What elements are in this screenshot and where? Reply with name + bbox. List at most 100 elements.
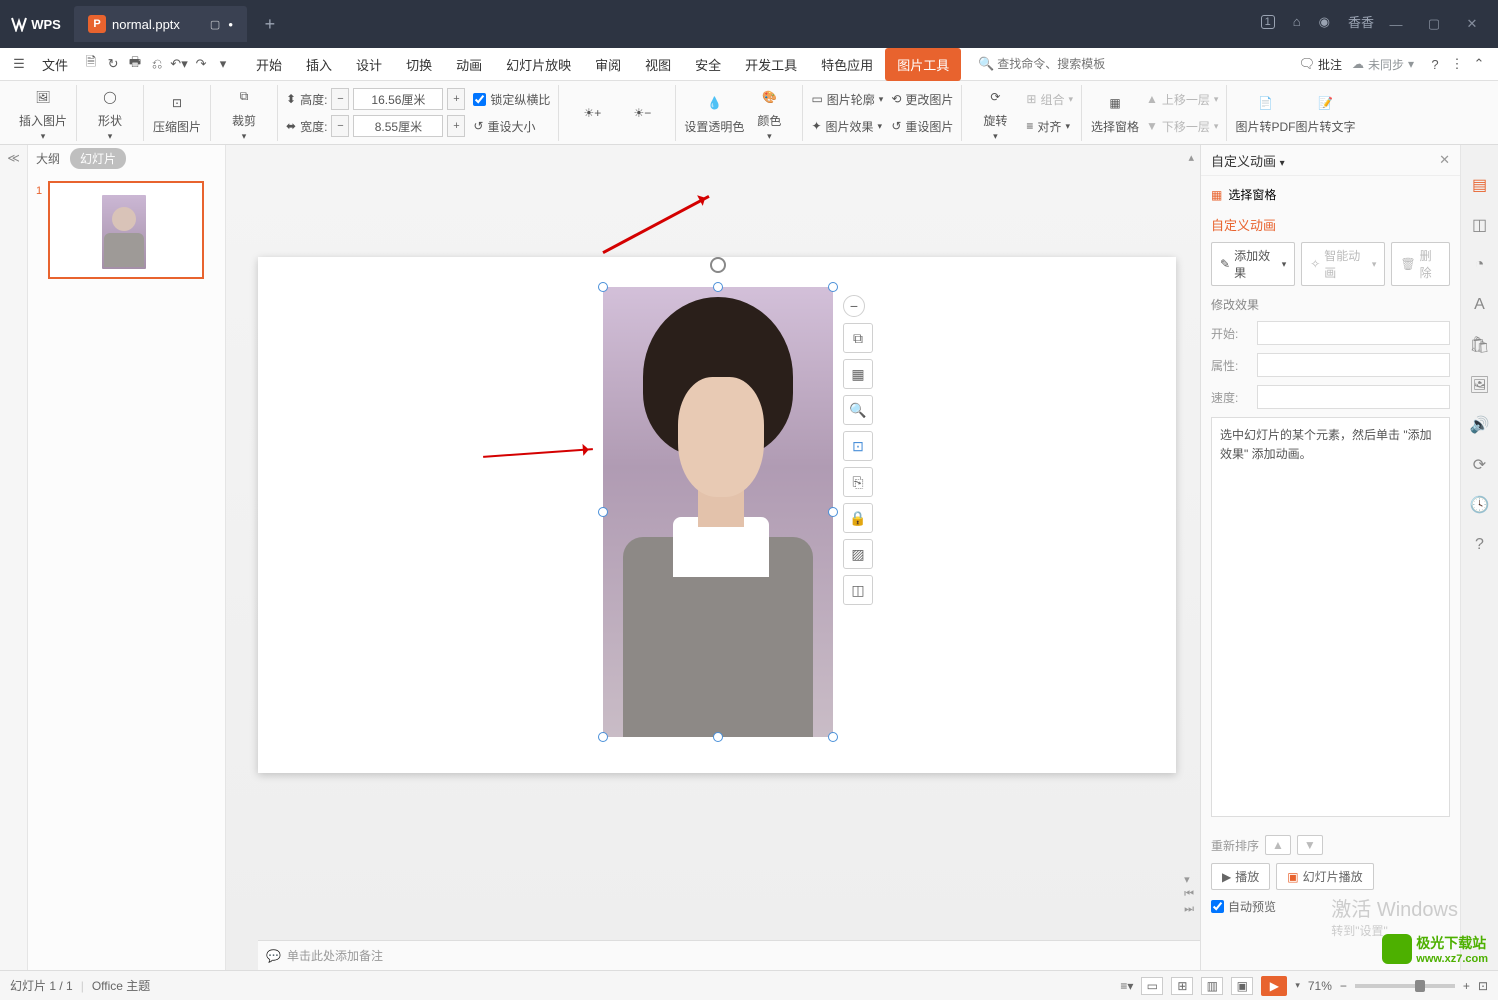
tab-review[interactable]: 审阅: [583, 48, 633, 81]
reset-pic-button[interactable]: ↺重设图片: [891, 114, 953, 138]
height-input[interactable]: 16.56厘米: [353, 88, 443, 110]
insert-picture-button[interactable]: 🖼 插入图片▾: [18, 84, 68, 142]
print-icon[interactable]: ↻: [102, 53, 124, 75]
undo-icon[interactable]: ⎌: [146, 53, 168, 75]
maximize-button[interactable]: ▢: [1422, 16, 1446, 32]
help-icon[interactable]: ?: [1424, 53, 1446, 75]
width-input[interactable]: 8.55厘米: [353, 115, 443, 137]
resize-handle-br[interactable]: [828, 732, 838, 742]
contrast-button[interactable]: ☀−: [617, 100, 667, 126]
next-slide-icon[interactable]: ⏭: [1184, 903, 1194, 916]
add-effect-button[interactable]: ✎添加效果▾: [1211, 242, 1295, 286]
ft-style-button[interactable]: ▦: [843, 359, 873, 389]
ft-lock-button[interactable]: 🔒: [843, 503, 873, 533]
align-button[interactable]: ≡对齐▾: [1026, 114, 1073, 138]
side-design-icon[interactable]: ◫: [1470, 215, 1490, 235]
ft-transparent-button[interactable]: ◫: [843, 575, 873, 605]
color-button[interactable]: 🎨 颜色▾: [744, 84, 794, 142]
collapse-ribbon-icon[interactable]: ⌃: [1468, 53, 1490, 75]
shape-button[interactable]: ◯ 形状▾: [85, 84, 135, 142]
more-icon[interactable]: ⋮: [1446, 53, 1468, 75]
resize-handle-tl[interactable]: [598, 282, 608, 292]
slideshow-button[interactable]: ▣幻灯片播放: [1276, 863, 1373, 890]
resize-handle-t[interactable]: [713, 282, 723, 292]
resize-handle-r[interactable]: [828, 507, 838, 517]
side-font-icon[interactable]: A: [1470, 295, 1490, 315]
zoom-out-button[interactable]: −: [1340, 979, 1347, 993]
slides-tab[interactable]: 幻灯片: [70, 148, 126, 169]
slide-canvas[interactable]: − ⧉ ▦ 🔍 ⊡ ⎘ 🔒 ▨ ◫ 💬 单击此处添加备注 ▴ ▾ ⏮ ⏭: [226, 145, 1200, 970]
scroll-up-icon[interactable]: ▴: [1188, 151, 1194, 164]
rotation-handle[interactable]: [710, 257, 726, 273]
tab-picture-tools[interactable]: 图片工具: [885, 48, 961, 81]
side-help-icon[interactable]: ?: [1470, 535, 1490, 555]
resize-handle-b[interactable]: [713, 732, 723, 742]
tab-insert[interactable]: 插入: [294, 48, 344, 81]
transparency-button[interactable]: 💧 设置透明色: [684, 90, 744, 135]
height-decrease[interactable]: −: [331, 88, 349, 110]
ft-zoom-button[interactable]: 🔍: [843, 395, 873, 425]
document-tab[interactable]: P normal.pptx ▢ •: [74, 6, 247, 42]
scroll-down-icon[interactable]: ▾: [1184, 873, 1194, 886]
slide[interactable]: − ⧉ ▦ 🔍 ⊡ ⎘ 🔒 ▨ ◫: [258, 257, 1176, 773]
tab-view[interactable]: 视图: [633, 48, 683, 81]
pic-to-pdf-button[interactable]: 📄 图片转PDF: [1235, 90, 1295, 135]
tab-devtools[interactable]: 开发工具: [733, 48, 809, 81]
zoom-slider[interactable]: [1355, 984, 1455, 988]
present-icon[interactable]: ▢: [210, 18, 220, 31]
add-tab-button[interactable]: +: [255, 9, 285, 39]
slide-thumbnail-1[interactable]: 1: [48, 181, 204, 279]
ft-collapse-button[interactable]: −: [843, 295, 865, 317]
fit-button[interactable]: ⊡: [1478, 979, 1488, 993]
change-pic-button[interactable]: ⟲更改图片: [891, 87, 953, 111]
side-anim-icon[interactable]: ▤: [1470, 175, 1490, 195]
notes-view-button[interactable]: ▣: [1231, 977, 1253, 995]
collapse-panel-icon[interactable]: ≪: [7, 151, 20, 165]
tab-design[interactable]: 设计: [344, 48, 394, 81]
ft-export-button[interactable]: ▨: [843, 539, 873, 569]
sync-status[interactable]: ☁未同步▾: [1352, 56, 1414, 73]
resize-handle-l[interactable]: [598, 507, 608, 517]
more-dropdown-icon[interactable]: ▾: [212, 53, 234, 75]
tab-start[interactable]: 开始: [244, 48, 294, 81]
save-icon[interactable]: 🗎: [80, 53, 102, 75]
redo-icon[interactable]: ↷: [190, 53, 212, 75]
outline-tab[interactable]: 大纲: [36, 150, 60, 167]
reading-view-button[interactable]: ▥: [1201, 977, 1223, 995]
outline-button[interactable]: ▭图片轮廓▾: [811, 87, 883, 111]
normal-view-button[interactable]: ▭: [1141, 977, 1163, 995]
notes-toggle-icon[interactable]: ≡▾: [1120, 979, 1133, 993]
slideshow-play-button[interactable]: ▶: [1261, 976, 1287, 996]
compress-button[interactable]: ⊡ 压缩图片: [152, 90, 202, 135]
print-preview-icon[interactable]: 🖶: [124, 53, 146, 75]
side-history-icon[interactable]: 🕓: [1470, 495, 1490, 515]
rotate-button[interactable]: ⟳ 旋转▾: [970, 84, 1020, 142]
prev-slide-icon[interactable]: ⏮: [1184, 888, 1194, 901]
approve-label[interactable]: 批注: [1318, 56, 1342, 73]
wps-logo[interactable]: WPS: [0, 0, 72, 48]
tab-animation[interactable]: 动画: [444, 48, 494, 81]
tab-transition[interactable]: 切换: [394, 48, 444, 81]
side-template-icon[interactable]: ◔: [1470, 255, 1490, 275]
selection-pane-link[interactable]: ▦ 选择窗格: [1211, 186, 1450, 203]
side-sound-icon[interactable]: 🔊: [1470, 415, 1490, 435]
ft-crop-button[interactable]: ⧉: [843, 323, 873, 353]
selected-image[interactable]: − ⧉ ▦ 🔍 ⊡ ⎘ 🔒 ▨ ◫: [603, 287, 833, 737]
resize-handle-tr[interactable]: [828, 282, 838, 292]
lock-ratio-checkbox[interactable]: 锁定纵横比: [473, 87, 550, 111]
play-dropdown-icon[interactable]: ▾: [1295, 980, 1300, 991]
play-button[interactable]: ▶播放: [1211, 863, 1270, 890]
width-decrease[interactable]: −: [331, 115, 349, 137]
tab-special[interactable]: 特色应用: [809, 48, 885, 81]
selection-pane-button[interactable]: ▦ 选择窗格: [1090, 90, 1140, 135]
search-input[interactable]: [997, 57, 1127, 71]
effect-button[interactable]: ✦图片效果▾: [811, 114, 883, 138]
reset-size-button[interactable]: ↺重设大小: [473, 114, 550, 138]
gift-icon[interactable]: ⌂: [1293, 14, 1301, 29]
sorter-view-button[interactable]: ⊞: [1171, 977, 1193, 995]
resize-handle-bl[interactable]: [598, 732, 608, 742]
side-bag-icon[interactable]: 🛍: [1470, 335, 1490, 355]
user-avatar[interactable]: ◉: [1319, 14, 1330, 30]
ft-select-button[interactable]: ⊡: [843, 431, 873, 461]
tab-security[interactable]: 安全: [683, 48, 733, 81]
